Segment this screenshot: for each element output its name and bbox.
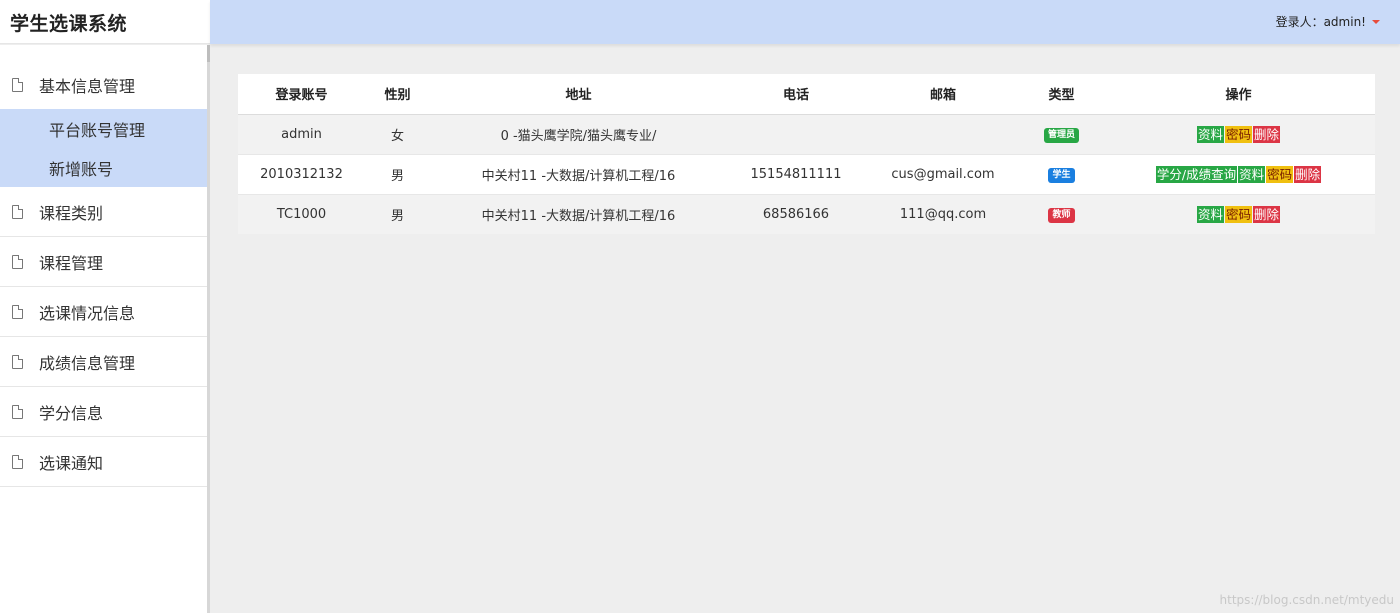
cell-account: 2010312132 (238, 153, 365, 194)
app-title: 学生选课系统 (10, 13, 128, 35)
sidebar-item-course-management[interactable]: 课程管理 (0, 237, 207, 287)
sidebar-item-enrollment-info[interactable]: 选课情况信息 (0, 287, 207, 337)
sidebar: 基本信息管理 平台账号管理 新增账号 课程类别 课程管理 选课情况信息 成绩信息… (0, 45, 210, 613)
file-icon (12, 404, 23, 419)
cell-address: 中关村11 -大数据/计算机工程/16 (430, 193, 727, 234)
file-icon (12, 354, 23, 369)
table-header-row: 登录账号 性别 地址 电话 邮箱 类型 操作 (238, 74, 1375, 115)
profile-button[interactable]: 资料 (1238, 165, 1266, 183)
table-row: admin 女 0 -猫头鹰学院/猫头鹰专业/ 管理员 资料 密码 删除 (238, 113, 1375, 154)
delete-button[interactable]: 删除 (1253, 125, 1281, 143)
delete-button[interactable]: 删除 (1253, 205, 1281, 223)
column-header-account: 登录账号 (238, 74, 365, 115)
password-button[interactable]: 密码 (1224, 125, 1252, 143)
sidebar-item-label: 选课情况信息 (39, 303, 136, 323)
cell-phone (727, 113, 865, 154)
sidebar-item-credit-info[interactable]: 学分信息 (0, 387, 207, 437)
cell-account: admin (238, 113, 365, 154)
sidebar-item-course-category[interactable]: 课程类别 (0, 187, 207, 237)
sidebar-item-label: 课程类别 (39, 203, 104, 223)
column-header-email: 邮箱 (865, 74, 1021, 115)
logged-in-user-label: 登录人：admin! (1275, 15, 1366, 29)
file-icon (12, 304, 23, 319)
cell-type: 教师 (1021, 193, 1102, 234)
sidebar-subitem-add-account[interactable]: 新增账号 (0, 148, 207, 187)
cell-type: 管理员 (1021, 113, 1102, 154)
password-button[interactable]: 密码 (1224, 205, 1252, 223)
file-icon (12, 454, 23, 469)
profile-button[interactable]: 资料 (1196, 125, 1224, 143)
profile-button[interactable]: 资料 (1196, 205, 1224, 223)
sidebar-scrollbar[interactable] (207, 45, 210, 62)
cell-actions: 资料 密码 删除 (1102, 193, 1375, 234)
cell-email: cus@gmail.com (865, 153, 1021, 194)
user-menu[interactable]: 登录人：admin! (1276, 13, 1380, 30)
column-header-gender: 性别 (365, 74, 430, 115)
delete-button[interactable]: 删除 (1294, 165, 1322, 183)
sidebar-item-label: 成绩信息管理 (39, 353, 136, 373)
type-badge-teacher: 教师 (1048, 207, 1075, 223)
sidebar-item-label: 学分信息 (39, 403, 104, 423)
column-header-phone: 电话 (727, 74, 865, 115)
accounts-table-container: 登录账号 性别 地址 电话 邮箱 类型 操作 admin 女 0 -猫头鹰学院/… (238, 74, 1375, 234)
watermark: https://blog.csdn.net/mtyedu (1219, 593, 1394, 607)
table-row: TC1000 男 中关村11 -大数据/计算机工程/16 68586166 11… (238, 193, 1375, 234)
sidebar-subitem-account-management[interactable]: 平台账号管理 (0, 109, 207, 148)
cell-actions: 资料 密码 删除 (1102, 113, 1375, 154)
column-header-type: 类型 (1021, 74, 1102, 115)
cell-phone: 15154811111 (727, 153, 865, 194)
file-icon (12, 204, 23, 219)
password-button[interactable]: 密码 (1266, 165, 1294, 183)
cell-gender: 女 (365, 113, 430, 154)
sidebar-item-enrollment-notice[interactable]: 选课通知 (0, 437, 207, 487)
column-header-actions: 操作 (1102, 74, 1375, 115)
type-badge-student: 学生 (1048, 167, 1075, 183)
top-header: 登录人：admin! (210, 0, 1400, 44)
accounts-table: 登录账号 性别 地址 电话 邮箱 类型 操作 admin 女 0 -猫头鹰学院/… (238, 74, 1375, 234)
brand-area: 学生选课系统 (0, 0, 210, 44)
file-icon (12, 254, 23, 269)
cell-address: 中关村11 -大数据/计算机工程/16 (430, 153, 727, 194)
cell-gender: 男 (365, 193, 430, 234)
cell-actions: 学分/成绩查询 资料 密码 删除 (1102, 153, 1375, 194)
file-icon (12, 77, 23, 92)
sidebar-item-label: 选课通知 (39, 453, 104, 473)
sidebar-item-grade-management[interactable]: 成绩信息管理 (0, 337, 207, 387)
cell-account: TC1000 (238, 193, 365, 234)
sidebar-item-basic-info[interactable]: 基本信息管理 (0, 60, 207, 109)
sidebar-submenu: 平台账号管理 新增账号 (0, 109, 207, 187)
sidebar-item-label: 基本信息管理 (39, 76, 136, 96)
cell-phone: 68586166 (727, 193, 865, 234)
cell-gender: 男 (365, 153, 430, 194)
cell-email (865, 113, 1021, 154)
column-header-address: 地址 (430, 74, 727, 115)
credit-grade-query-button[interactable]: 学分/成绩查询 (1155, 165, 1238, 183)
cell-address: 0 -猫头鹰学院/猫头鹰专业/ (430, 113, 727, 154)
type-badge-admin: 管理员 (1043, 127, 1079, 143)
sidebar-item-label: 课程管理 (39, 253, 104, 273)
cell-type: 学生 (1021, 153, 1102, 194)
cell-email: 111@qq.com (865, 193, 1021, 234)
caret-down-icon (1372, 19, 1380, 24)
table-row: 2010312132 男 中关村11 -大数据/计算机工程/16 1515481… (238, 153, 1375, 194)
